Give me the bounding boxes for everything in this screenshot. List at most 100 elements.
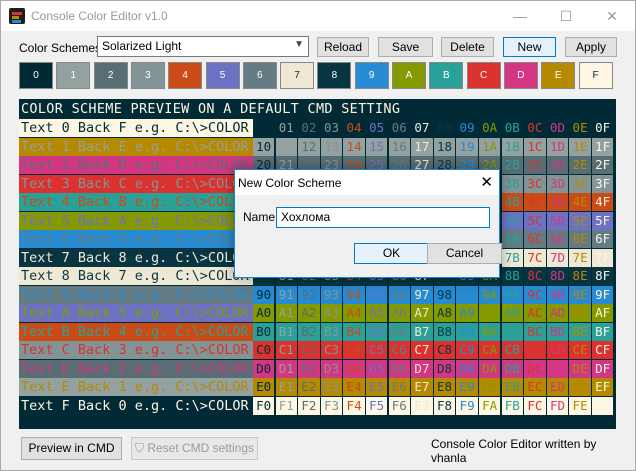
color-combo-cell: B1 xyxy=(275,322,297,341)
color-scheme-dropdown[interactable]: Solarized Light ▼ xyxy=(97,36,309,57)
swatch-label: F xyxy=(592,70,599,81)
color-combo-cell: 2E xyxy=(569,156,591,174)
color-combo-cell: DF xyxy=(592,359,614,378)
preview-in-cmd-button[interactable]: Preview in CMD xyxy=(21,437,122,460)
color-combo-cell: D9 xyxy=(456,359,478,378)
color-combo-cell: CE xyxy=(569,341,591,359)
color-combo-cell: AB xyxy=(501,304,523,322)
color-combo-cell: CF xyxy=(592,341,614,359)
swatch-label: B xyxy=(442,70,450,81)
window-title: Console Color Editor v1.0 xyxy=(31,9,168,23)
color-combo-cell: B8 xyxy=(433,322,456,341)
palette-swatch-1[interactable]: 1 xyxy=(56,62,91,89)
color-combo-cell: 98 xyxy=(433,285,456,304)
swatch-label: 2 xyxy=(107,70,114,81)
color-scheme-value: Solarized Light xyxy=(102,39,182,53)
color-combo-cell: 11 xyxy=(275,137,297,156)
color-combo-cell: 1E xyxy=(569,137,591,156)
color-combo-cell: 0A xyxy=(479,119,501,137)
palette-swatch-9[interactable]: 9 xyxy=(354,62,389,89)
close-button[interactable]: ✕ xyxy=(589,1,635,31)
color-combo-cell: 2F xyxy=(592,156,614,174)
color-combo-cell: E7 xyxy=(411,378,433,396)
color-combo-cell: F7 xyxy=(411,396,433,415)
color-combo-cell: E6 xyxy=(388,378,410,396)
color-combo-cell: 00 xyxy=(253,119,275,137)
color-combo-cell: F3 xyxy=(320,396,343,415)
color-combo-cell: BC xyxy=(524,322,546,341)
palette-swatch-8[interactable]: 8 xyxy=(317,62,352,89)
ok-button[interactable]: OK xyxy=(354,243,429,264)
minimize-button[interactable]: — xyxy=(497,1,543,31)
reset-cmd-settings-button[interactable]: ⛉ Reset CMD settings xyxy=(131,437,258,460)
color-combo-cell: 5D xyxy=(546,211,569,230)
app-icon xyxy=(9,8,25,24)
apply-button[interactable]: Apply xyxy=(565,37,617,57)
color-combo-cell: A2 xyxy=(298,304,320,322)
preview-row: Text F Back 0 e.g. C:\>COLOR F0 F1 F2 F3 F4 F5… xyxy=(19,396,616,415)
color-combo-cell: A1 xyxy=(275,304,297,322)
palette-swatch-E[interactable]: E xyxy=(541,62,576,89)
color-combo-cell: FA xyxy=(479,396,501,415)
color-combo-cell: 5C xyxy=(524,211,546,230)
palette-swatch-3[interactable]: 3 xyxy=(130,62,165,89)
preview-row-text: Text 3 Back C e.g. C:\>COLOR xyxy=(19,174,253,193)
name-input[interactable]: Хохлома xyxy=(276,207,490,228)
chevron-down-icon: ▼ xyxy=(294,39,304,50)
cancel-button[interactable]: Cancel xyxy=(427,243,502,264)
title-bar[interactable]: Console Color Editor v1.0 — ☐ ✕ xyxy=(1,1,635,31)
palette-swatch-7[interactable]: 7 xyxy=(280,62,315,89)
color-combo-cell: AC xyxy=(524,304,546,322)
color-combo-cell: 06 xyxy=(388,119,410,137)
dialog-title-bar[interactable]: New Color Scheme ✕ xyxy=(235,170,499,195)
color-combo-cell: 05 xyxy=(366,119,388,137)
palette-swatch-A[interactable]: A xyxy=(392,62,426,89)
color-combo-cell: A5 xyxy=(366,304,388,322)
maximize-button[interactable]: ☐ xyxy=(543,1,589,31)
color-combo-cell: CB xyxy=(501,341,523,359)
swatch-label: 5 xyxy=(219,70,226,81)
delete-button[interactable]: Delete xyxy=(441,37,494,57)
color-combo-cell: C8 xyxy=(433,341,456,359)
color-combo-cell: 9F xyxy=(592,285,614,304)
color-combo-cell: 7E xyxy=(569,248,591,267)
color-combo-cell: 8E xyxy=(569,267,591,285)
color-combo-cell: BE xyxy=(569,322,591,341)
swatch-label: C xyxy=(479,70,488,81)
preview-row-text: Text 1 Back E e.g. C:\>COLOR xyxy=(19,137,253,156)
color-combo-cell: 0F xyxy=(592,119,614,137)
palette-swatch-6[interactable]: 6 xyxy=(242,62,277,89)
color-combo-cell: 99 xyxy=(456,285,478,304)
palette-swatch-0[interactable]: 0 xyxy=(19,62,53,89)
dialog-close-icon[interactable]: ✕ xyxy=(480,173,493,191)
color-combo-cell: 3B xyxy=(501,174,523,193)
color-combo-cell: 1B xyxy=(501,137,523,156)
swatch-label: 3 xyxy=(145,70,151,81)
color-combo-cell: D8 xyxy=(433,359,456,378)
credit-text: Console Color Editor written by vhanla xyxy=(431,437,597,465)
color-combo-cell: 1D xyxy=(546,137,569,156)
color-combo-cell: C1 xyxy=(275,341,297,359)
palette-swatch-D[interactable]: D xyxy=(503,62,538,89)
color-combo-cell: AA xyxy=(479,304,501,322)
preview-row-text: Text 5 Back A e.g. C:\>COLOR xyxy=(19,211,253,230)
preview-row-text: Text 0 Back F e.g. C:\>COLOR xyxy=(19,119,253,137)
new-button[interactable]: New xyxy=(503,37,556,57)
color-combo-cell: 96 xyxy=(388,285,410,304)
reload-button[interactable]: Reload xyxy=(317,37,369,57)
palette-swatch-5[interactable]: 5 xyxy=(205,62,240,89)
color-combo-cell: C2 xyxy=(298,341,320,359)
palette-swatch-C[interactable]: C xyxy=(466,62,501,89)
color-combo-cell: 90 xyxy=(253,285,275,304)
palette-swatch-F[interactable]: F xyxy=(578,62,613,89)
palette-swatch-B[interactable]: B xyxy=(429,62,464,89)
palette-swatch-4[interactable]: 4 xyxy=(168,62,203,89)
color-combo-cell: A3 xyxy=(320,304,343,322)
color-combo-cell: E2 xyxy=(298,378,320,396)
color-combo-cell: 1A xyxy=(479,137,501,156)
preview-row-text: Text 8 Back 7 e.g. C:\>COLOR xyxy=(19,267,253,285)
color-combo-cell: 07 xyxy=(411,119,433,137)
color-combo-cell: AF xyxy=(592,304,614,322)
save-button[interactable]: Save xyxy=(378,37,433,57)
palette-swatch-2[interactable]: 2 xyxy=(93,62,128,89)
